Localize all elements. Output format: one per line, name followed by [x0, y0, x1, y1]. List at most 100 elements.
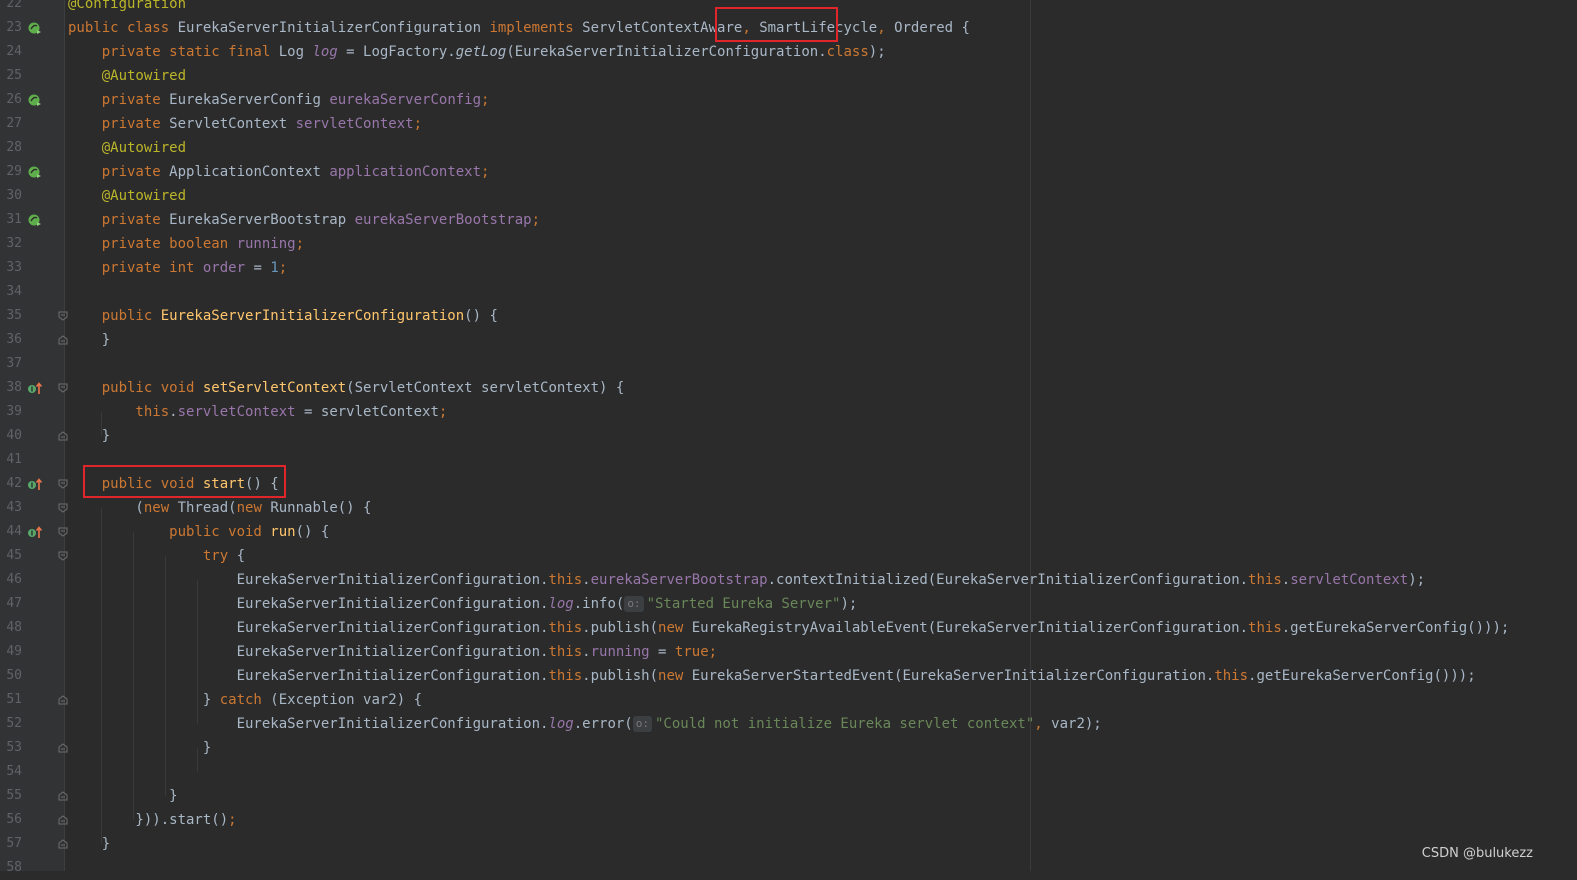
code-token: this [548, 572, 583, 588]
code-text[interactable]: } [68, 424, 110, 448]
fold-close-icon[interactable] [58, 743, 68, 753]
code-text[interactable]: private int order = 1; [68, 256, 287, 280]
fold-open-icon[interactable] [58, 479, 68, 489]
code-token: EurekaServerInitializerConfiguration. [68, 668, 549, 684]
fold-open-icon[interactable] [58, 527, 68, 537]
code-line[interactable]: 45 try { [0, 544, 1577, 568]
code-line[interactable]: 24 private static final Log log = LogFac… [0, 40, 1577, 64]
fold-open-icon[interactable] [58, 551, 68, 561]
fold-open-icon[interactable] [58, 311, 68, 321]
code-token: ; [295, 236, 305, 252]
code-text[interactable]: private ApplicationContext applicationCo… [68, 160, 490, 184]
code-line[interactable]: 54 [0, 760, 1577, 784]
code-token: ; [438, 404, 448, 420]
code-text[interactable]: EurekaServerInitializerConfiguration.log… [68, 712, 1102, 736]
code-line[interactable]: 52 EurekaServerInitializerConfiguration.… [0, 712, 1577, 736]
code-line[interactable]: 32 private boolean running; [0, 232, 1577, 256]
code-line[interactable]: 44 public void run() { [0, 520, 1577, 544]
code-text[interactable]: public void run() { [68, 520, 329, 544]
fold-close-icon[interactable] [58, 695, 68, 705]
code-line[interactable]: 56 })).start(); [0, 808, 1577, 832]
spring-bean-icon[interactable] [27, 92, 43, 108]
code-line[interactable]: 35 public EurekaServerInitializerConfigu… [0, 304, 1577, 328]
code-line[interactable]: 58 [0, 856, 1577, 880]
code-token: ); [840, 596, 858, 612]
code-text[interactable]: EurekaServerInitializerConfiguration.thi… [68, 664, 1476, 688]
spring-bean-icon[interactable] [27, 212, 43, 228]
code-token: } [68, 332, 111, 348]
code-line[interactable]: 51 } catch (Exception var2) { [0, 688, 1577, 712]
code-line[interactable]: 50 EurekaServerInitializerConfiguration.… [0, 664, 1577, 688]
code-text[interactable]: } [68, 328, 110, 352]
code-text[interactable]: public EurekaServerInitializerConfigurat… [68, 304, 498, 328]
fold-close-icon[interactable] [58, 791, 68, 801]
code-line[interactable]: 28 @Autowired [0, 136, 1577, 160]
code-line[interactable]: 27 private ServletContext servletContext… [0, 112, 1577, 136]
fold-open-icon[interactable] [58, 503, 68, 513]
line-number: 36 [6, 332, 22, 347]
fold-close-icon[interactable] [58, 839, 68, 849]
code-token: new [143, 500, 178, 516]
fold-close-icon[interactable] [58, 335, 68, 345]
code-text[interactable]: private ServletContext servletContext; [68, 112, 422, 136]
code-token: .getEurekaServerConfig())); [1281, 620, 1510, 636]
code-line[interactable]: 29 private ApplicationContext applicatio… [0, 160, 1577, 184]
code-text[interactable]: EurekaServerInitializerConfiguration.log… [68, 592, 857, 616]
code-text[interactable]: } [68, 784, 177, 808]
code-line[interactable]: 36 } [0, 328, 1577, 352]
code-text[interactable]: } catch (Exception var2) { [68, 688, 422, 712]
code-text[interactable]: private EurekaServerBootstrap eurekaServ… [68, 208, 540, 232]
code-line[interactable]: 43 (new Thread(new Runnable() { [0, 496, 1577, 520]
code-text[interactable]: (new Thread(new Runnable() { [68, 496, 371, 520]
code-text[interactable]: private EurekaServerConfig eurekaServerC… [68, 88, 490, 112]
code-line[interactable]: 39 this.servletContext = servletContext; [0, 400, 1577, 424]
code-line[interactable]: 31 private EurekaServerBootstrap eurekaS… [0, 208, 1577, 232]
code-text[interactable]: @Autowired [68, 184, 186, 208]
code-text[interactable]: this.servletContext = servletContext; [68, 400, 447, 424]
code-token: log [548, 596, 574, 612]
code-line[interactable]: 53 } [0, 736, 1577, 760]
code-token: EurekaServerInitializerConfiguration. [68, 572, 549, 588]
code-line[interactable]: 46 EurekaServerInitializerConfiguration.… [0, 568, 1577, 592]
code-line[interactable]: 48 EurekaServerInitializerConfiguration.… [0, 616, 1577, 640]
code-line[interactable]: 40 } [0, 424, 1577, 448]
code-token: servletContext [1290, 572, 1409, 588]
spring-bean-icon[interactable] [27, 164, 43, 180]
code-text[interactable]: @Autowired [68, 136, 186, 160]
code-text[interactable]: } [68, 736, 211, 760]
implements-method-icon[interactable] [27, 524, 43, 540]
code-text[interactable]: public void setServletContext(ServletCon… [68, 376, 625, 400]
code-line[interactable]: 38 public void setServletContext(Servlet… [0, 376, 1577, 400]
code-token: private [68, 164, 170, 180]
code-text[interactable]: })).start(); [68, 808, 236, 832]
fold-open-icon[interactable] [58, 383, 68, 393]
code-line[interactable]: 30 @Autowired [0, 184, 1577, 208]
code-line[interactable]: 34 [0, 280, 1577, 304]
line-number: 40 [6, 428, 22, 443]
code-text[interactable]: private static final Log log = LogFactor… [68, 40, 886, 64]
fold-close-icon[interactable] [58, 815, 68, 825]
code-text[interactable]: @Configuration [68, 0, 186, 16]
code-line[interactable]: 49 EurekaServerInitializerConfiguration.… [0, 640, 1577, 664]
spring-bean-icon[interactable] [27, 20, 43, 36]
fold-close-icon[interactable] [58, 431, 68, 441]
code-text[interactable]: try { [68, 544, 245, 568]
code-line[interactable]: 47 EurekaServerInitializerConfiguration.… [0, 592, 1577, 616]
code-text[interactable]: } [68, 832, 110, 856]
code-text[interactable]: EurekaServerInitializerConfiguration.thi… [68, 568, 1426, 592]
code-text[interactable]: @Autowired [68, 64, 186, 88]
code-line[interactable]: 33 private int order = 1; [0, 256, 1577, 280]
implements-method-icon[interactable] [27, 380, 43, 396]
code-line[interactable]: 57 } [0, 832, 1577, 856]
implements-method-icon[interactable] [27, 476, 43, 492]
code-line[interactable]: 37 [0, 352, 1577, 376]
code-text[interactable]: private boolean running; [68, 232, 304, 256]
code-token: 1 [270, 260, 279, 276]
code-token: { [236, 548, 246, 564]
code-text[interactable]: EurekaServerInitializerConfiguration.thi… [68, 616, 1510, 640]
code-token: this [68, 404, 170, 420]
code-line[interactable]: 25 @Autowired [0, 64, 1577, 88]
code-line[interactable]: 55 } [0, 784, 1577, 808]
code-line[interactable]: 26 private EurekaServerConfig eurekaServ… [0, 88, 1577, 112]
code-text[interactable]: EurekaServerInitializerConfiguration.thi… [68, 640, 718, 664]
